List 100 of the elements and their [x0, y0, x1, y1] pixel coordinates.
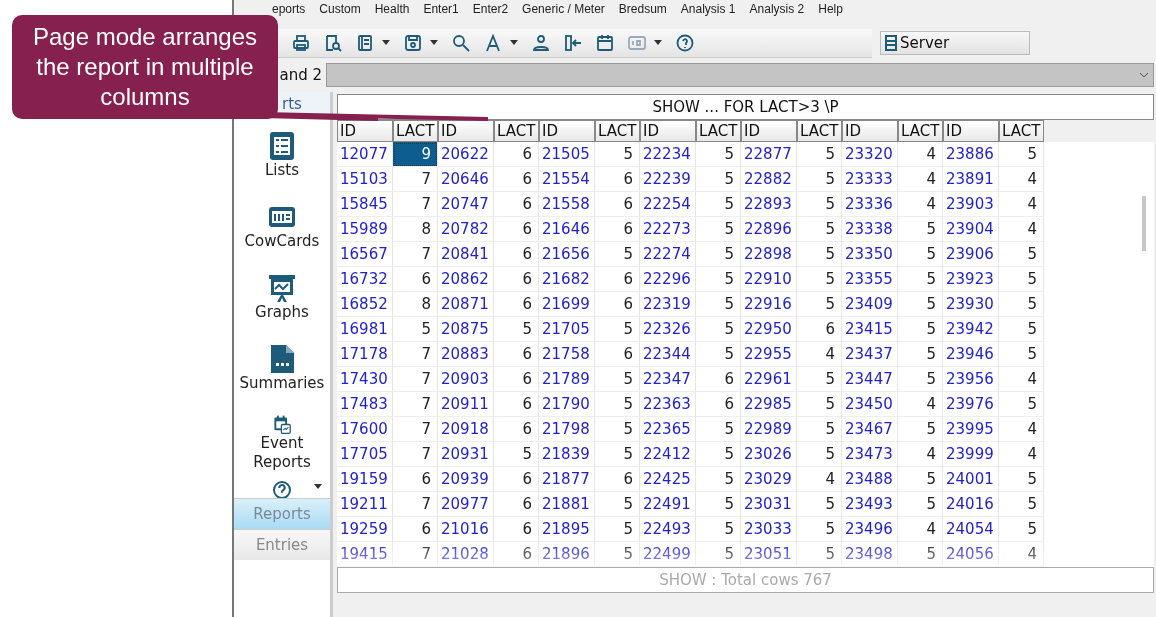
table-cell: 5: [898, 467, 943, 492]
table-cell: 22985: [741, 392, 797, 417]
table-cell: 22882: [741, 167, 797, 192]
sidebar-item[interactable]: Event Reports: [234, 401, 330, 472]
table-cell: 5: [696, 417, 741, 442]
server-button[interactable]: Server: [880, 31, 1030, 55]
sidebar-item[interactable]: Lists: [234, 117, 330, 188]
dropdown-arrow-icon[interactable]: [430, 40, 438, 45]
presentation-board-icon: [268, 273, 296, 303]
menu-item[interactable]: Enter1: [423, 2, 459, 16]
table-cell: 5: [898, 317, 943, 342]
table-cell: 5: [494, 442, 539, 467]
table-cell: 23995: [943, 417, 999, 442]
menu-item[interactable]: Custom: [319, 2, 361, 16]
column-insert-icon[interactable]: [564, 33, 582, 52]
table-cell: 6: [696, 367, 741, 392]
table-cell: 4: [797, 342, 842, 367]
menu-item[interactable]: Analysis 1: [680, 2, 736, 16]
sidebar-item[interactable]: Graphs: [234, 259, 330, 330]
column-header[interactable]: LACT: [999, 120, 1044, 142]
table-cell: 21705: [539, 317, 595, 342]
table-cell: 21682: [539, 267, 595, 292]
person-icon[interactable]: [532, 33, 550, 52]
dropdown-arrow-icon[interactable]: [654, 40, 662, 45]
sidebar-item[interactable]: Summaries: [234, 330, 330, 401]
table-cell: 23437: [842, 342, 898, 367]
list-icon: [268, 131, 296, 161]
column-header[interactable]: ID: [741, 120, 797, 142]
column-header[interactable]: ID: [640, 120, 696, 142]
table-cell: 5: [595, 442, 640, 467]
table-cell: 5: [696, 467, 741, 492]
dropdown-arrow-icon[interactable]: [314, 484, 322, 489]
column-header[interactable]: ID: [539, 120, 595, 142]
column-header[interactable]: LACT: [797, 120, 842, 142]
table-cell: 22254: [640, 192, 696, 217]
table-cell: 5: [696, 192, 741, 217]
table-cell: 6: [595, 192, 640, 217]
table-cell: 17430: [337, 367, 393, 392]
table-cell: 23026: [741, 442, 797, 467]
column-header[interactable]: LACT: [393, 120, 438, 142]
table-cell: 23031: [741, 492, 797, 517]
table-cell: 5: [797, 367, 842, 392]
column-header[interactable]: ID: [337, 120, 393, 142]
calendar-icon[interactable]: [596, 33, 614, 52]
scrollbar-thumb[interactable]: [1142, 196, 1146, 251]
menu-item[interactable]: eports: [272, 2, 306, 16]
table-cell: 4: [999, 217, 1044, 242]
printer-icon[interactable]: [292, 33, 310, 52]
table-cell: 23350: [842, 242, 898, 267]
help-icon[interactable]: [676, 33, 694, 52]
menu-item[interactable]: Bredsum: [618, 2, 667, 16]
table-cell: 5: [898, 242, 943, 267]
table-cell: 22491: [640, 492, 696, 517]
column-header[interactable]: LACT: [898, 120, 943, 142]
table-cell: 21656: [539, 242, 595, 267]
column-header[interactable]: ID: [842, 120, 898, 142]
table-cell: 7: [393, 367, 438, 392]
save-icon[interactable]: [404, 33, 422, 52]
table-cell: 7: [393, 392, 438, 417]
table-cell: 4: [999, 442, 1044, 467]
table-cell: 5: [898, 217, 943, 242]
menu-item[interactable]: Help: [818, 2, 843, 16]
dropdown-arrow-icon[interactable]: [510, 40, 518, 45]
book-icon[interactable]: [356, 33, 374, 52]
column-header[interactable]: LACT: [696, 120, 741, 142]
table-cell: 21558: [539, 192, 595, 217]
table-cell: 8: [393, 292, 438, 317]
table-cell: 23942: [943, 317, 999, 342]
table-cell: 5: [696, 292, 741, 317]
column-header[interactable]: LACT: [595, 120, 640, 142]
column-header[interactable]: LACT: [494, 120, 539, 142]
menu-item[interactable]: Generic / Meter: [522, 2, 605, 16]
search-icon[interactable]: [452, 33, 470, 52]
table-cell: 20977: [438, 492, 494, 517]
menu-item[interactable]: Health: [374, 2, 410, 16]
table-cell: 21895: [539, 517, 595, 542]
table-cell: 23029: [741, 467, 797, 492]
menu-item[interactable]: Enter2: [472, 2, 509, 16]
column-header[interactable]: ID: [943, 120, 999, 142]
table-cell: 5: [999, 267, 1044, 292]
table-cell: 7: [393, 167, 438, 192]
column-header[interactable]: ID: [438, 120, 494, 142]
table-cell: 5: [696, 442, 741, 467]
table-cell: 22955: [741, 342, 797, 367]
table-cell: 23923: [943, 267, 999, 292]
callout: Page mode arranges the report in multiple columns: [12, 15, 278, 119]
table-cell: 22950: [741, 317, 797, 342]
table-cell: 23447: [842, 367, 898, 392]
sidebar-item[interactable]: CowCards: [234, 188, 330, 259]
table-cell: 24001: [943, 467, 999, 492]
dropdown-arrow-icon[interactable]: [382, 40, 390, 45]
table-cell: 21881: [539, 492, 595, 517]
document-search-icon[interactable]: [324, 33, 342, 52]
letter-a-icon[interactable]: [484, 33, 502, 52]
table-cell: 21798: [539, 417, 595, 442]
table-cell: 21699: [539, 292, 595, 317]
report-combo-field[interactable]: [326, 63, 1154, 87]
table-cell: 5: [797, 442, 842, 467]
menu-item[interactable]: Analysis 2: [749, 2, 805, 16]
table-cell: 22239: [640, 167, 696, 192]
